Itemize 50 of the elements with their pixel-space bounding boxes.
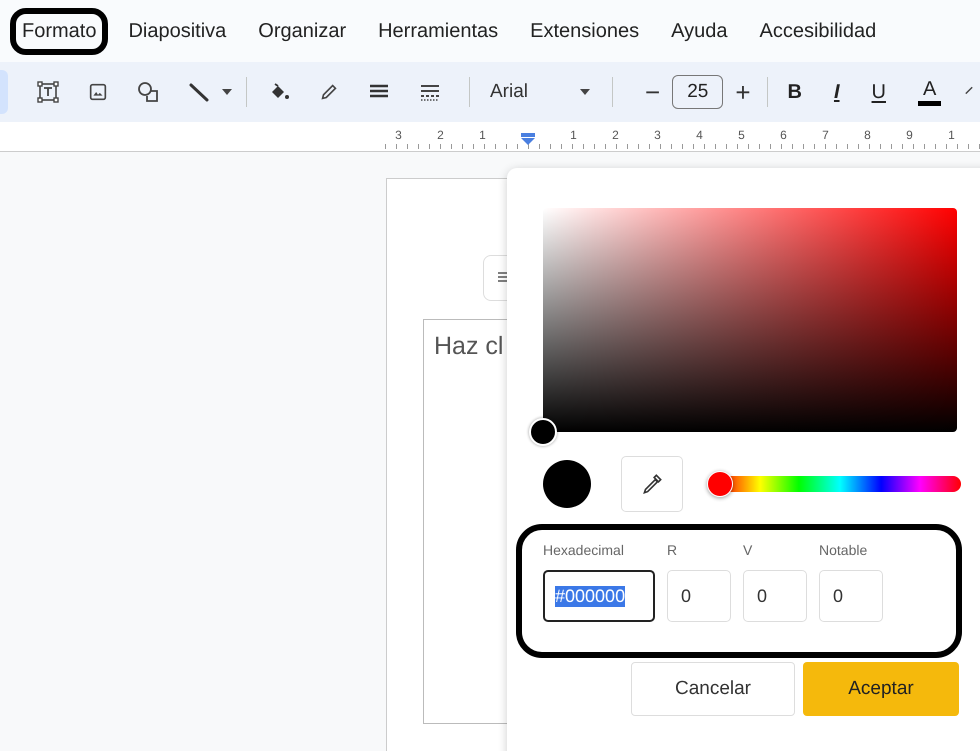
hue-thumb[interactable]	[707, 471, 733, 497]
caret-icon[interactable]	[580, 89, 590, 95]
input-field[interactable]: 0	[667, 570, 731, 622]
ruler-number: 8	[862, 128, 873, 142]
underline-button[interactable]: U	[872, 80, 886, 104]
ruler-number: 4	[694, 128, 705, 142]
color-swatch	[543, 460, 591, 508]
font-dropdown[interactable]: Arial	[490, 81, 596, 103]
field-label: V	[743, 542, 754, 558]
text-box-icon[interactable]	[36, 80, 60, 104]
eyedropper-button[interactable]	[621, 456, 683, 512]
color-thumb[interactable]	[529, 418, 557, 446]
ruler-number: 3	[393, 128, 404, 142]
input-field[interactable]: 0	[743, 570, 807, 622]
ruler-number: 9	[904, 128, 915, 142]
accept-button[interactable]: Aceptar	[803, 662, 959, 716]
decrease-button[interactable]: −	[645, 76, 660, 108]
shape-icon[interactable]	[136, 80, 160, 104]
menu-item[interactable]: Organizar	[246, 8, 358, 54]
ruler-number: 2	[610, 128, 621, 142]
ruler-number: 6	[778, 128, 789, 142]
menu-item[interactable]: Herramientas	[366, 8, 510, 54]
menu-item[interactable]: Diapositiva	[116, 8, 238, 54]
ruler-number: 3	[652, 128, 663, 142]
ruler-number: 1	[477, 128, 488, 142]
ruler-number: 2	[435, 128, 446, 142]
ruler-number: 5	[736, 128, 747, 142]
input-field[interactable]: 0	[819, 570, 883, 622]
increase-button[interactable]: +	[735, 76, 751, 108]
cancel-button[interactable]: Cancelar	[631, 662, 795, 716]
ruler-number: 7	[820, 128, 831, 142]
saturation-area[interactable]	[543, 208, 957, 432]
field-label: R	[667, 542, 678, 558]
field-label: Hexadecimal	[543, 542, 625, 558]
color-button[interactable]: A	[918, 78, 942, 106]
image-icon[interactable]	[87, 81, 109, 103]
menu-item[interactable]: Formato	[10, 8, 108, 54]
italic-button[interactable]: I	[834, 80, 840, 104]
menu-item[interactable]: Ayuda	[659, 8, 740, 54]
ruler-number: 1	[946, 128, 957, 142]
caret-icon[interactable]	[222, 89, 232, 95]
menu-item[interactable]: Extensiones	[518, 8, 652, 54]
bold-button[interactable]: B	[788, 80, 802, 104]
menu-item[interactable]: Accesibilidad	[747, 8, 888, 54]
indent-marker[interactable]	[521, 132, 535, 144]
ruler-number: 1	[568, 128, 579, 142]
input-field[interactable]: #000000	[543, 570, 655, 622]
hue-slider[interactable]	[707, 471, 961, 497]
font-size-field[interactable]: 25	[672, 75, 724, 109]
field-label: Notable	[819, 542, 868, 558]
